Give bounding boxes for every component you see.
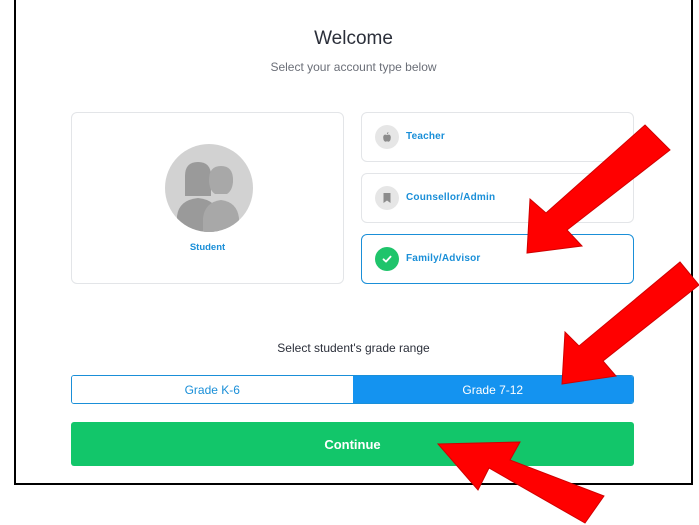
family-advisor-label: Family/Advisor: [406, 253, 481, 264]
page-subtitle: Select your account type below: [270, 60, 437, 74]
student-label: Student: [189, 242, 226, 253]
apple-icon: [375, 125, 399, 149]
bookmark-icon: [375, 186, 399, 210]
student-account-card[interactable]: Student: [71, 112, 344, 284]
teacher-label: Teacher: [406, 131, 446, 142]
continue-button[interactable]: Continue: [71, 422, 634, 466]
students-avatar-icon: [165, 144, 253, 232]
grade-range-toggle: Grade K-6 Grade 7-12: [71, 375, 634, 404]
grade-range-heading: Select student's grade range: [277, 341, 430, 355]
page-title: Welcome: [314, 28, 393, 49]
counsellor-admin-option[interactable]: Counsellor/Admin: [361, 173, 634, 223]
counsellor-admin-label: Counsellor/Admin: [406, 192, 496, 203]
family-advisor-option[interactable]: Family/Advisor: [361, 234, 634, 284]
checkmark-icon: [375, 247, 399, 271]
account-type-panel: Welcome Select your account type below S…: [14, 0, 693, 485]
grade-7-12-button[interactable]: Grade 7-12: [352, 376, 633, 403]
teacher-option[interactable]: Teacher: [361, 112, 634, 162]
grade-k6-button[interactable]: Grade K-6: [72, 376, 353, 403]
